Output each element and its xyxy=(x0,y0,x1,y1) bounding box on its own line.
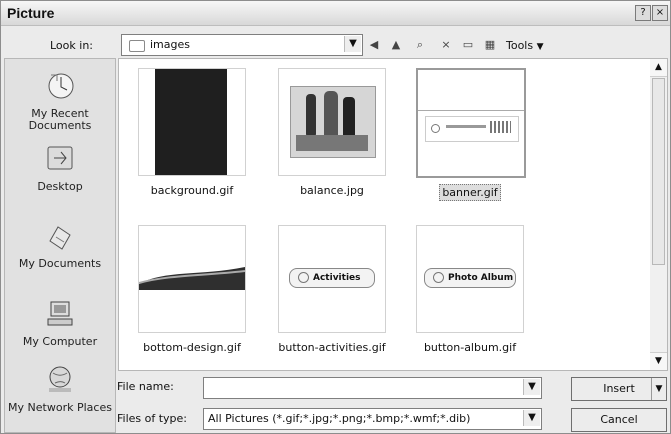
close-button[interactable]: × xyxy=(652,5,668,21)
files-of-type-value: All Pictures (*.gif;*.jpg;*.png;*.bmp;*.… xyxy=(208,412,471,425)
file-name-label: banner.gif xyxy=(416,184,524,201)
place-desktop[interactable]: Desktop xyxy=(5,142,115,193)
back-icon[interactable]: ◀ xyxy=(365,36,383,54)
insert-options-icon[interactable]: ▼ xyxy=(651,378,666,400)
files-of-type-label: Files of type: xyxy=(117,412,188,425)
new-folder-icon[interactable]: ▭ xyxy=(459,36,477,54)
look-in-label: Look in: xyxy=(50,39,93,52)
image-thumbnail: Photo Album xyxy=(416,225,524,333)
file-name-label: balance.jpg xyxy=(300,184,364,197)
file-item-background[interactable]: background.gif xyxy=(138,68,246,197)
help-button[interactable]: ? xyxy=(635,5,651,21)
dropdown-arrow-icon: ▼ xyxy=(536,42,544,52)
views-icon[interactable]: ▦ xyxy=(481,36,499,54)
insert-button[interactable]: Insert ▼ xyxy=(571,377,667,401)
file-thumbnail-list[interactable]: background.gif balance.jpg banner.gif bo… xyxy=(118,58,652,371)
image-thumbnail xyxy=(416,68,526,178)
file-item-bottom-design[interactable]: bottom-design.gif xyxy=(138,225,246,354)
dialog-title: Picture xyxy=(7,5,55,21)
file-item-banner[interactable]: banner.gif xyxy=(416,68,526,201)
file-name-label: File name: xyxy=(117,380,174,393)
scroll-thumb[interactable] xyxy=(652,78,665,265)
file-name-label: button-album.gif xyxy=(423,341,517,354)
thumbnail-button-text: Photo Album xyxy=(424,268,516,288)
look-in-combo[interactable]: images ▼ xyxy=(121,34,363,56)
image-thumbnail xyxy=(138,225,246,333)
place-label: My Computer xyxy=(22,335,98,348)
file-name-input[interactable]: ▼ xyxy=(203,377,542,399)
chevron-down-icon[interactable]: ▼ xyxy=(523,410,540,426)
place-label: My Network Places xyxy=(8,401,112,414)
file-item-button-activities[interactable]: Activities button-activities.gif xyxy=(278,225,386,354)
place-my-network-places[interactable]: My Network Places xyxy=(5,363,115,414)
tools-label: Tools xyxy=(506,39,534,52)
file-item-balance[interactable]: balance.jpg xyxy=(278,68,386,197)
place-label: Desktop xyxy=(37,180,83,193)
chevron-down-icon[interactable]: ▼ xyxy=(344,36,361,52)
file-name-label: button-activities.gif xyxy=(278,341,386,354)
chevron-down-icon[interactable]: ▼ xyxy=(523,379,540,395)
place-label: My Recent Documents xyxy=(28,107,92,132)
image-thumbnail xyxy=(278,68,386,176)
insert-label: Insert xyxy=(603,382,635,395)
file-name-label: background.gif xyxy=(150,184,234,197)
place-my-documents[interactable]: My Documents xyxy=(5,219,115,270)
picture-dialog: Picture ? × Look in: images ▼ ◀ ▲ ⌕ × ▭ … xyxy=(0,0,671,434)
delete-icon[interactable]: × xyxy=(437,36,455,54)
place-label: My Documents xyxy=(18,257,102,270)
computer-icon xyxy=(43,297,77,331)
places-bar: My Recent Documents Desktop My Documents… xyxy=(4,58,116,433)
cancel-button[interactable]: Cancel xyxy=(571,408,667,432)
vertical-scrollbar[interactable]: ▲ ▼ xyxy=(650,58,668,371)
image-thumbnail xyxy=(138,68,246,176)
title-bar: Picture ? × xyxy=(1,1,670,26)
image-thumbnail: Activities xyxy=(278,225,386,333)
place-my-recent-documents[interactable]: My Recent Documents xyxy=(5,69,115,132)
look-in-value: images xyxy=(150,38,190,51)
scroll-down-icon[interactable]: ▼ xyxy=(650,352,667,370)
desktop-icon xyxy=(43,142,77,176)
file-item-button-album[interactable]: Photo Album button-album.gif xyxy=(416,225,524,354)
search-web-icon[interactable]: ⌕ xyxy=(411,36,429,54)
thumbnail-button-text: Activities xyxy=(289,268,375,288)
files-of-type-select[interactable]: All Pictures (*.gif;*.jpg;*.png;*.bmp;*.… xyxy=(203,408,542,430)
documents-icon xyxy=(43,219,77,253)
folder-icon xyxy=(129,40,145,52)
recent-documents-icon xyxy=(43,69,77,103)
network-places-icon xyxy=(43,363,77,397)
scroll-up-icon[interactable]: ▲ xyxy=(650,59,667,77)
place-my-computer[interactable]: My Computer xyxy=(5,297,115,348)
file-name-label: bottom-design.gif xyxy=(143,341,241,354)
tools-menu[interactable]: Tools ▼ xyxy=(506,39,544,52)
up-folder-icon[interactable]: ▲ xyxy=(387,36,405,54)
